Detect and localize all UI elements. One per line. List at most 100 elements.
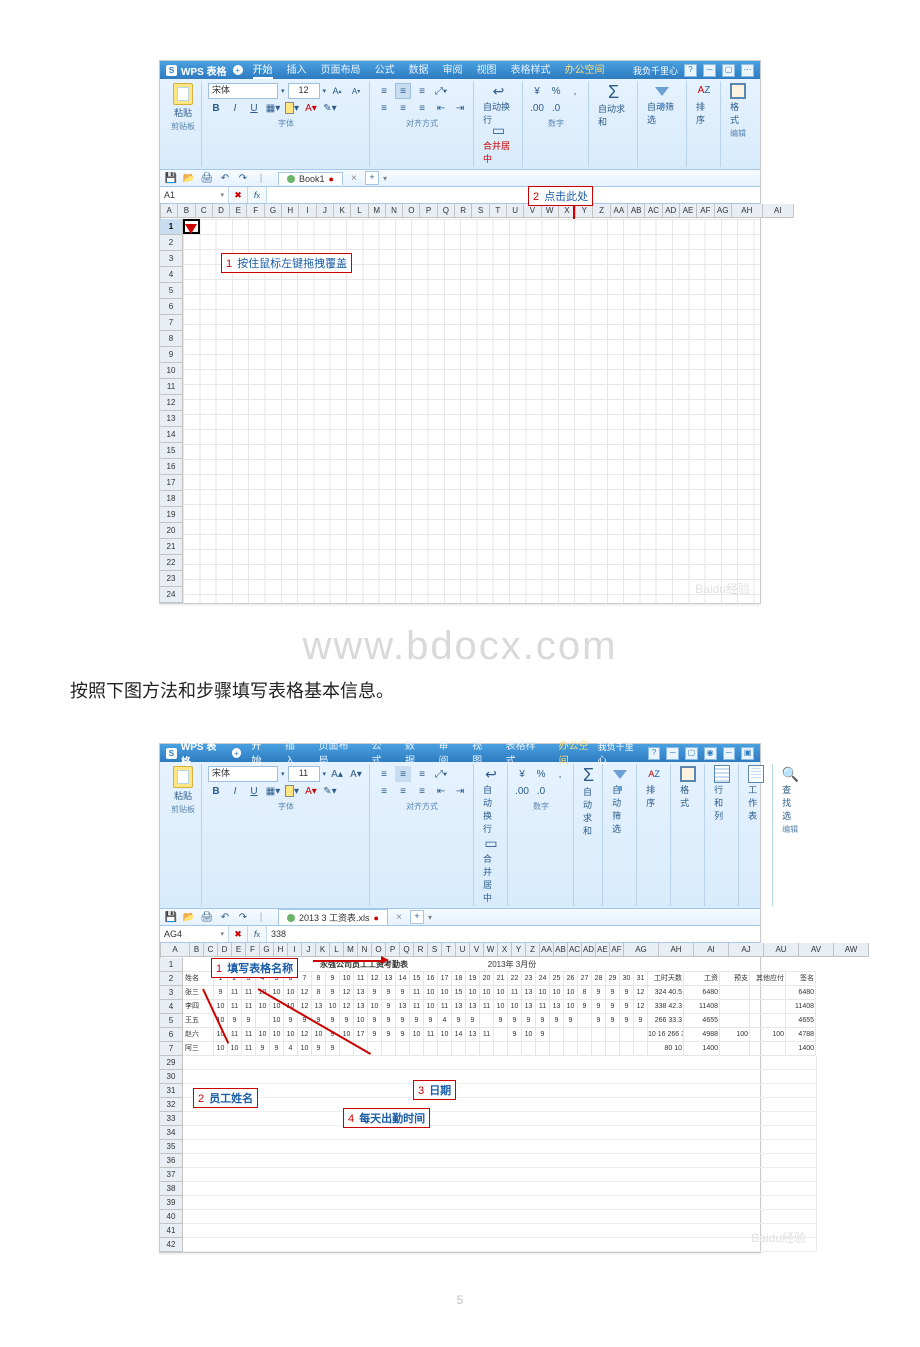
col-header[interactable]: AU [764,943,799,957]
row-header[interactable]: 32 [160,1098,183,1112]
col-header[interactable]: AH [659,943,694,957]
font-name-select[interactable]: 宋体 [208,766,278,782]
border-button[interactable]: ▦▾ [265,100,281,116]
format-painter-icon[interactable]: ✎▾ [322,100,338,116]
currency-icon[interactable]: ¥ [529,83,545,99]
row-header[interactable]: 8 [160,331,183,347]
bold-button[interactable]: B [208,100,224,116]
col-header[interactable]: F [246,943,260,957]
orient-icon[interactable]: ⤢▾ [433,766,449,782]
qab-save-icon[interactable]: 💾 [164,171,178,185]
qab-print-icon[interactable]: 🖨 [200,171,214,185]
row-header[interactable]: 23 [160,571,183,587]
doc-add-button[interactable]: + [410,910,424,924]
win-min-icon[interactable]: ─ [666,747,679,760]
percent-icon[interactable]: % [548,83,564,99]
merge-button[interactable]: ▭ 合并居中 [480,122,517,165]
dec-dec-icon[interactable]: .0 [533,783,549,799]
name-box-dropdown-icon[interactable]: ▾ [220,191,224,199]
col-header[interactable]: AC [568,943,582,957]
tab-formula[interactable]: 公式 [375,61,395,79]
qab-undo-icon[interactable]: ↶ [218,910,232,924]
row-header[interactable]: 1 [160,958,183,972]
font-name-select[interactable]: 宋体 [208,83,278,99]
doc-tab[interactable]: Book1 ● [278,172,343,185]
row-header[interactable]: 38 [160,1182,183,1196]
col-header[interactable]: AA [540,943,554,957]
col-header[interactable]: AC [645,204,662,218]
col-header[interactable]: AB [628,204,645,218]
col-header[interactable]: N [358,943,372,957]
col-header[interactable]: A [161,204,178,218]
win-opt-icon[interactable]: ⋯ [741,64,754,77]
name-box[interactable]: A1 ▾ [160,187,229,203]
win-restore-icon[interactable]: ▣ [741,747,754,760]
row-header[interactable]: 34 [160,1126,183,1140]
qab-print-icon[interactable]: 🖨 [200,910,214,924]
italic-button[interactable]: I [227,100,243,116]
col-header[interactable]: F [247,204,264,218]
tab-layout[interactable]: 页面布局 [321,61,361,79]
filter-button[interactable]: 自动筛选 [644,83,681,126]
row-header[interactable]: 12 [160,395,183,411]
col-header[interactable]: U [456,943,470,957]
column-headers[interactable]: ABCDEFGHIJKLMNOPQRSTUVWXYZAAABACADAEAFAG… [161,943,869,957]
row-header[interactable]: 19 [160,507,183,523]
align-right-icon[interactable]: ≡ [414,100,430,116]
col-header[interactable]: E [232,943,246,957]
win-help-icon[interactable]: ? [648,747,661,760]
comma-icon[interactable]: , [552,766,568,782]
win-help-icon[interactable]: ? [684,64,697,77]
col-header[interactable]: K [316,943,330,957]
qab-open-icon[interactable]: 📂 [182,171,196,185]
col-header[interactable]: AA [611,204,628,218]
row-header[interactable]: 5 [160,283,183,299]
dec-inc-icon[interactable]: .00 [514,783,530,799]
col-header[interactable]: V [524,204,541,218]
fx-fx-icon[interactable]: fx [248,187,267,203]
row-header[interactable]: 9 [160,347,183,363]
dec-inc-icon[interactable]: .00 [529,100,545,116]
win-max-icon[interactable]: ▢ [722,64,735,77]
col-header[interactable]: B [190,943,204,957]
qab-redo-icon[interactable]: ↷ [236,171,250,185]
sort-button[interactable]: AZ 排序 [693,83,715,126]
indent-inc-icon[interactable]: ⇥ [452,783,468,799]
font-shrink-icon[interactable]: A▾ [348,766,364,782]
row-header[interactable]: 21 [160,539,183,555]
col-header[interactable]: AJ [729,943,764,957]
row-header[interactable]: 30 [160,1070,183,1084]
name-box[interactable]: AG4 ▾ [160,926,229,942]
row-header[interactable]: 16 [160,459,183,475]
col-header[interactable]: C [196,204,213,218]
align-left-icon[interactable]: ≡ [376,100,392,116]
row-header[interactable]: 40 [160,1210,183,1224]
col-header[interactable]: L [351,204,368,218]
name-box-dropdown-icon[interactable]: ▾ [220,930,224,938]
filter-button[interactable]: 自动筛选 [609,766,631,835]
col-header[interactable]: A [161,943,190,957]
qab-save-icon[interactable]: 💾 [164,910,178,924]
qab-undo-icon[interactable]: ↶ [218,171,232,185]
col-header[interactable]: AB [554,943,568,957]
col-header[interactable]: J [302,943,316,957]
align-mid-icon[interactable]: ≡ [395,766,411,782]
col-header[interactable]: P [420,204,437,218]
cell-grid[interactable]: 2 点击此处 1 按住鼠标左键拖拽覆盖 Baidu经验 [183,219,760,603]
row-header[interactable]: 1 [160,219,183,235]
col-header[interactable]: D [218,943,232,957]
fx-fx-icon[interactable]: fx [248,926,267,942]
col-header[interactable]: T [490,204,507,218]
row-header[interactable]: 42 [160,1238,183,1252]
row-header[interactable]: 5 [160,1014,183,1028]
col-header[interactable]: G [260,943,274,957]
underline-button[interactable]: U [246,783,262,799]
row-header[interactable]: 3 [160,251,183,267]
merge-button[interactable]: ▭合并居中 [480,835,502,904]
row-header[interactable]: 20 [160,523,183,539]
new-doc-icon[interactable]: + [233,65,243,75]
col-header[interactable]: Z [526,943,540,957]
col-header[interactable]: J [317,204,334,218]
new-doc-icon[interactable]: + [232,748,242,758]
row-header[interactable]: 4 [160,1000,183,1014]
